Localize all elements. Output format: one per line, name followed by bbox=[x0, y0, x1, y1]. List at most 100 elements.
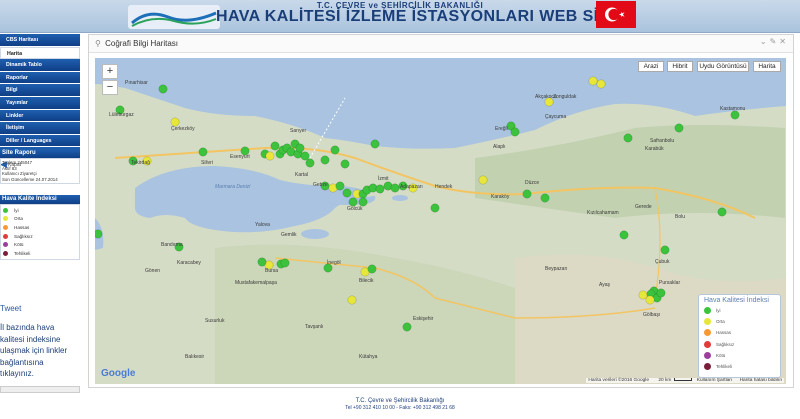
zoom-in-button[interactable]: + bbox=[102, 64, 118, 79]
collapse-icon[interactable]: ⌄ bbox=[760, 37, 770, 46]
station-marker[interactable] bbox=[320, 155, 330, 165]
place-label: Beypazarı bbox=[545, 266, 568, 272]
place-label: Gemlik bbox=[281, 232, 297, 238]
settings-icon[interactable]: ✎ bbox=[770, 37, 780, 46]
station-marker[interactable] bbox=[478, 175, 488, 185]
station-marker[interactable] bbox=[430, 203, 440, 213]
place-label: Kartal bbox=[295, 172, 308, 178]
legend-color-dot bbox=[704, 340, 711, 348]
station-marker[interactable] bbox=[270, 141, 280, 151]
close-icon[interactable]: ✕ bbox=[779, 37, 789, 46]
station-marker[interactable] bbox=[375, 184, 385, 194]
station-marker[interactable] bbox=[540, 193, 550, 203]
station-marker[interactable] bbox=[358, 197, 368, 207]
station-marker[interactable] bbox=[198, 147, 208, 157]
place-label: Pursaklar bbox=[659, 280, 680, 286]
station-marker[interactable] bbox=[619, 230, 629, 240]
station-marker[interactable] bbox=[158, 84, 168, 94]
station-marker[interactable] bbox=[510, 127, 520, 137]
place-label: Mustafakemalpaşa bbox=[235, 280, 277, 286]
place-label: Gölbaşı bbox=[643, 312, 660, 318]
aqi-level-row: Sağlıksız bbox=[3, 232, 77, 241]
aqi-panel: Hava Kalite İndeksi İyi Orta Hassas Sağlıks… bbox=[0, 195, 80, 260]
place-label: Zonguldak bbox=[553, 94, 577, 100]
nav-cbs-map[interactable]: CBS Haritası bbox=[0, 34, 80, 47]
map-type-satellite[interactable]: Uydu Görüntüsü bbox=[697, 61, 749, 72]
legend-label: Sağlıksız bbox=[716, 341, 735, 347]
legend-row: Tehlikeli bbox=[704, 361, 775, 372]
station-marker[interactable] bbox=[257, 257, 267, 267]
station-marker[interactable] bbox=[402, 322, 412, 332]
footer-org: T.C. Çevre ve Şehircilik Bakanlığı bbox=[355, 398, 445, 404]
station-marker[interactable] bbox=[390, 183, 400, 193]
station-marker[interactable] bbox=[588, 76, 598, 86]
station-marker[interactable] bbox=[348, 197, 358, 207]
place-label: Kütahya bbox=[359, 354, 378, 360]
place-label: Çubuk bbox=[655, 259, 670, 265]
place-label: Safranbolu bbox=[650, 138, 674, 144]
map-type-terrain[interactable]: Arazi bbox=[638, 61, 664, 72]
place-label: Balıkesir bbox=[185, 354, 205, 360]
station-marker[interactable] bbox=[623, 133, 633, 143]
station-marker[interactable] bbox=[645, 295, 655, 305]
place-label: Gölcük bbox=[347, 206, 363, 212]
tweet-link[interactable]: Tweet bbox=[0, 304, 21, 313]
nav-links[interactable]: Linkler bbox=[0, 109, 80, 123]
nav-reports[interactable]: Raporlar bbox=[0, 71, 80, 85]
nav-publications[interactable]: Yayımlar bbox=[0, 96, 80, 110]
site-title: HAVA KALİTESİ İZLEME İSTASYONLARI WEB Sİ… bbox=[216, 8, 636, 25]
scale-bar bbox=[674, 378, 693, 382]
report-error-link[interactable]: Harita hatası bildirin bbox=[740, 378, 782, 383]
place-label: Sarıyer bbox=[290, 128, 306, 134]
station-marker[interactable] bbox=[370, 139, 380, 149]
place-label: Ereğli bbox=[495, 126, 508, 132]
map-data-credit: Harita verileri ©2016 Google bbox=[588, 378, 650, 383]
aqi-level-label: Sağlıksız bbox=[14, 233, 33, 239]
station-marker[interactable] bbox=[280, 258, 290, 268]
nav-info[interactable]: Bilgi bbox=[0, 84, 80, 97]
legend-row: Sağlıksız bbox=[704, 339, 775, 350]
legend-color-dot bbox=[704, 363, 711, 371]
map-type-hybrid[interactable]: Hibrit bbox=[667, 61, 693, 72]
station-marker[interactable] bbox=[674, 123, 684, 133]
station-marker[interactable] bbox=[305, 158, 315, 168]
nav-map[interactable]: Harita bbox=[0, 46, 80, 60]
nav-contact[interactable]: İletişim bbox=[0, 122, 80, 135]
station-marker[interactable] bbox=[340, 159, 350, 169]
station-marker[interactable] bbox=[522, 189, 532, 199]
station-marker[interactable] bbox=[330, 145, 340, 155]
place-label: Alaplı bbox=[493, 144, 506, 150]
legend-color-dot bbox=[704, 351, 711, 359]
nav-dynamic-table[interactable]: Dinamik Tablo bbox=[0, 59, 80, 72]
station-marker[interactable] bbox=[656, 288, 666, 298]
station-marker[interactable] bbox=[265, 151, 275, 161]
zoom-out-button[interactable]: − bbox=[102, 80, 118, 95]
station-marker[interactable] bbox=[342, 188, 352, 198]
tweet-scrollbar[interactable] bbox=[0, 386, 80, 393]
place-label: Yalova bbox=[255, 222, 270, 228]
terms-link[interactable]: Kullanım Şartları bbox=[697, 378, 732, 383]
site-report-panel: Site Raporu Toplam 245047 Aktif 83 Kulla… bbox=[0, 149, 80, 185]
place-label: Esenyurt bbox=[230, 154, 250, 160]
station-marker[interactable] bbox=[730, 110, 740, 120]
station-marker[interactable] bbox=[717, 207, 727, 217]
station-marker[interactable] bbox=[596, 79, 606, 89]
turkish-flag-icon bbox=[596, 1, 636, 28]
map-view[interactable]: Pınarhisar Lüleburgaz Çerkezköy Tekirdağ Sil… bbox=[95, 58, 786, 384]
station-marker[interactable] bbox=[95, 229, 103, 239]
legend-label: Kötü bbox=[716, 352, 726, 358]
nav-languages[interactable]: Diller / Languages bbox=[0, 134, 80, 148]
map-type-roadmap[interactable]: Harita bbox=[753, 61, 781, 72]
place-label: Karabük bbox=[645, 146, 664, 152]
aqi-level-row: Kötü bbox=[3, 240, 77, 249]
station-marker[interactable] bbox=[347, 295, 357, 305]
station-marker[interactable] bbox=[170, 117, 180, 127]
station-marker[interactable] bbox=[660, 245, 670, 255]
legend-label: İyi bbox=[716, 308, 721, 314]
panel-controls: ⌄✎✕ bbox=[760, 37, 789, 46]
station-marker[interactable] bbox=[638, 290, 648, 300]
station-marker[interactable] bbox=[300, 151, 310, 161]
station-marker[interactable] bbox=[367, 264, 377, 274]
station-marker[interactable] bbox=[335, 181, 345, 191]
station-marker[interactable] bbox=[295, 143, 305, 153]
